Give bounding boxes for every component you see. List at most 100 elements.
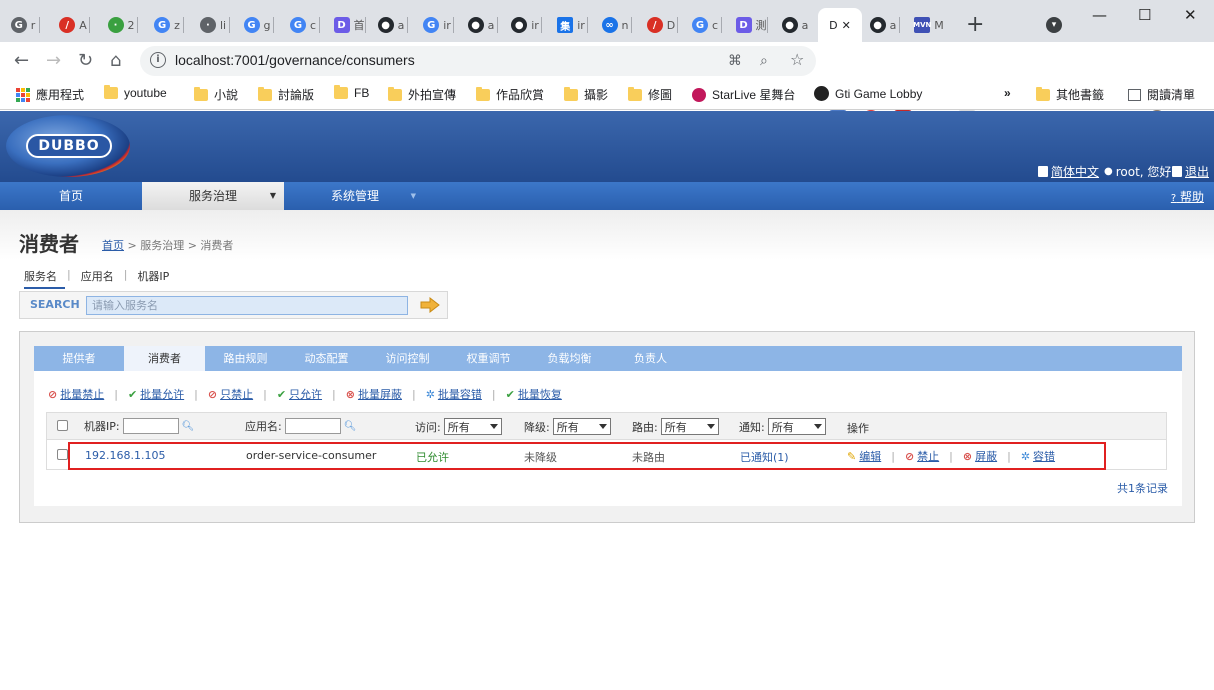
browser-tab[interactable]: · 2 <box>104 8 138 42</box>
bookmark-gti[interactable]: Gti Game Lobby <box>814 86 922 101</box>
bookmarks-bar: 應用程式 youtube 小說 討論版 FB 外拍宣傳 作品欣賞 攝影 修圖 S… <box>0 80 1214 110</box>
browser-tab[interactable]: D首 <box>332 8 366 42</box>
bookmark-folder[interactable]: 修圖 <box>628 86 672 103</box>
check-icon: ✔ <box>505 387 515 401</box>
nav-home[interactable]: 首页 <box>0 182 142 210</box>
bookmark-folder[interactable]: 作品欣賞 <box>476 86 544 103</box>
logout-link[interactable]: 退出 <box>1172 163 1209 180</box>
minimize-icon[interactable]: — <box>1092 6 1107 24</box>
browser-tab[interactable]: MVN M <box>912 8 946 42</box>
tab-dynamic-config[interactable]: 动态配置 <box>286 346 367 371</box>
highlight-box <box>68 442 1106 470</box>
browser-tab[interactable]: ● a <box>866 8 900 42</box>
tab-load-balance[interactable]: 负载均衡 <box>529 346 610 371</box>
maximize-icon[interactable]: ☐ <box>1138 6 1151 24</box>
tab-owners[interactable]: 负责人 <box>610 346 691 371</box>
batch-recover-button[interactable]: ✔ 批量恢复 <box>506 386 562 402</box>
browser-tab[interactable]: Gc <box>286 8 320 42</box>
browser-tab[interactable]: ● a <box>778 8 812 42</box>
language-switch[interactable]: 简体中文 <box>1038 163 1099 180</box>
tab-access-control[interactable]: 访问控制 <box>367 346 448 371</box>
address-bar[interactable]: i localhost:7001/governance/consumers ⌘ … <box>140 46 816 76</box>
bookmarks-more-chevron[interactable]: » <box>1004 86 1011 100</box>
search-icon[interactable]: 🔍︎ <box>344 421 357 432</box>
translate-icon[interactable]: ⌘ <box>728 53 742 69</box>
tab-providers[interactable]: 提供者 <box>34 346 124 371</box>
tab-favicon-icon: D <box>735 17 752 33</box>
browser-tab[interactable]: / D <box>644 8 678 42</box>
close-tab-icon[interactable]: ✕ <box>842 19 851 32</box>
browser-tab[interactable]: Gg <box>240 8 274 42</box>
notify-select[interactable]: 所有 <box>767 418 826 435</box>
search-tab-service[interactable]: 服务名 <box>24 268 65 289</box>
access-select[interactable]: 所有 <box>443 418 502 435</box>
batch-allow-button[interactable]: ✔ 批量允许 <box>128 386 184 402</box>
batch-shield-button[interactable]: ⊗ 批量屏蔽 <box>346 386 402 402</box>
browser-toolbar: ← → ↻ ⌂ i localhost:7001/governance/cons… <box>0 42 1214 111</box>
browser-tab[interactable]: ∞ n <box>598 8 632 42</box>
browser-tab[interactable]: Gr <box>6 8 40 42</box>
bookmark-folder[interactable]: 外拍宣傳 <box>388 86 456 103</box>
browser-tab[interactable]: ● ir <box>508 8 542 42</box>
only-forbid-button[interactable]: ⊘ 只禁止 <box>208 386 253 402</box>
tab-consumers[interactable]: 消费者 <box>124 346 205 371</box>
bookmark-starlive[interactable]: StarLive 星舞台 <box>692 86 795 103</box>
github-icon: ● <box>377 17 394 33</box>
search-go-arrow-icon[interactable] <box>420 297 440 313</box>
browser-tab[interactable]: ● a <box>464 8 498 42</box>
reading-list[interactable]: 閱讀清單 <box>1128 86 1195 103</box>
tab-weight[interactable]: 权重调节 <box>448 346 529 371</box>
select-all-checkbox[interactable] <box>57 420 68 431</box>
url-text[interactable]: localhost:7001/governance/consumers <box>175 52 415 68</box>
home-icon[interactable]: ⌂ <box>110 50 121 71</box>
degrade-select[interactable]: 所有 <box>552 418 611 435</box>
bookmark-folder[interactable]: 討論版 <box>258 86 314 103</box>
browser-tab[interactable]: · li <box>196 8 230 42</box>
reload-icon[interactable]: ↻ <box>78 50 93 71</box>
other-bookmarks[interactable]: 其他書籤 <box>1036 86 1104 103</box>
site-info-icon[interactable]: i <box>150 52 166 68</box>
bookmark-folder[interactable]: FB <box>334 85 369 100</box>
browser-tab[interactable]: / A <box>56 8 90 42</box>
tab-favicon-icon: G <box>423 17 440 33</box>
dubbo-logo-text: DUBBO <box>26 134 112 158</box>
only-allow-button[interactable]: ✔ 只允许 <box>277 386 322 402</box>
tab-search-icon[interactable]: ▾ <box>1046 17 1062 33</box>
bookmark-star-icon[interactable]: ☆ <box>790 50 804 69</box>
browser-tab[interactable]: 集 ir <box>554 8 588 42</box>
browser-tab-active[interactable]: D ✕ <box>818 8 862 42</box>
browser-tab[interactable]: Gz <box>150 8 184 42</box>
help-link[interactable]: ? 帮助 <box>1171 188 1204 205</box>
bookmark-folder[interactable]: 小說 <box>194 86 238 103</box>
nav-system-management[interactable]: 系统管理 ▼ <box>284 182 426 210</box>
tab-routing-rules[interactable]: 路由规则 <box>205 346 286 371</box>
app-filter-input[interactable] <box>284 418 341 434</box>
batch-forbid-button[interactable]: ⊘ 批量禁止 <box>48 386 104 402</box>
route-select[interactable]: 所有 <box>660 418 719 435</box>
tab-favicon-icon: / <box>646 17 663 33</box>
browser-tab[interactable]: ● a <box>374 8 408 42</box>
bookmark-apps[interactable]: 應用程式 <box>16 86 84 103</box>
browser-tab[interactable]: Gc <box>688 8 722 42</box>
nav-service-governance[interactable]: 服务治理 ▼ <box>142 182 284 210</box>
browser-tab[interactable]: Gir <box>420 8 454 42</box>
row-checkbox[interactable] <box>57 449 68 460</box>
search-tab-ip[interactable]: 机器IP <box>129 268 177 289</box>
batch-tolerate-button[interactable]: ✲ 批量容错 <box>426 386 482 402</box>
tab-favicon-icon: D <box>333 17 350 33</box>
search-tab-app[interactable]: 应用名 <box>73 268 122 289</box>
search-icon[interactable]: 🔍︎ <box>182 421 195 432</box>
forward-icon[interactable]: → <box>46 50 61 71</box>
breadcrumb-home[interactable]: 首页 <box>102 239 124 252</box>
ip-filter-input[interactable] <box>122 418 179 434</box>
zoom-icon[interactable]: ⌕ <box>760 53 768 69</box>
bookmark-folder[interactable]: 攝影 <box>564 86 608 103</box>
folder-icon <box>258 86 272 101</box>
browser-tab[interactable]: D測 <box>734 8 768 42</box>
gear-icon: ✲ <box>425 387 435 401</box>
search-input[interactable] <box>86 296 408 315</box>
bookmark-folder[interactable]: youtube <box>104 85 167 100</box>
back-icon[interactable]: ← <box>14 50 29 71</box>
new-tab-button[interactable]: + <box>966 12 984 37</box>
close-window-icon[interactable]: ✕ <box>1184 6 1197 24</box>
